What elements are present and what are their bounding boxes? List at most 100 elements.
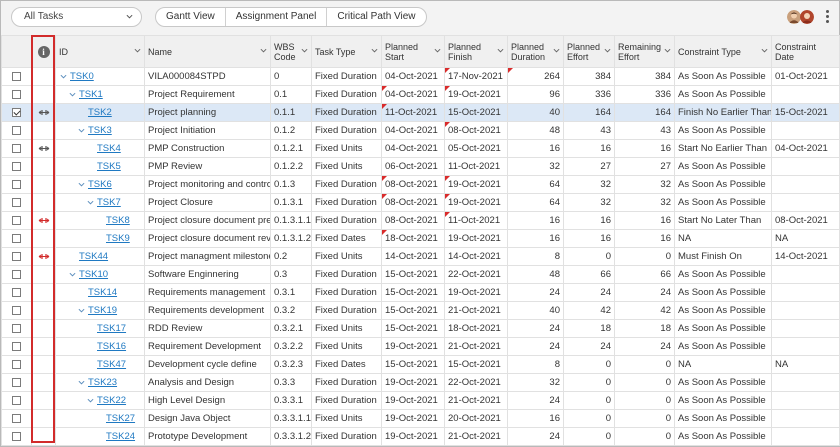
start-cell[interactable]: 19-Oct-2021 [381, 373, 445, 392]
finish-cell[interactable]: 08-Oct-2021 [444, 121, 508, 140]
table-row[interactable]: TSK10 Software Enginnering 0.3 Fixed Durati… [1, 265, 840, 284]
duration-cell[interactable]: 16 [507, 139, 564, 158]
task-type-cell[interactable]: Fixed Dates [311, 229, 382, 248]
effort-cell[interactable]: 32 [563, 193, 615, 212]
row-checkbox[interactable] [12, 396, 21, 405]
task-id-link[interactable]: TSK4 [97, 143, 121, 154]
task-id-link[interactable]: TSK16 [97, 341, 126, 352]
table-row[interactable]: TSK14 Requirements management 0.3.1 Fixed D… [1, 283, 840, 302]
duration-cell[interactable]: 24 [507, 337, 564, 356]
collapse-chevron-icon[interactable] [60, 74, 67, 79]
task-id-link[interactable]: TSK3 [88, 125, 112, 136]
finish-cell[interactable]: 17-Nov-2021 [444, 67, 508, 86]
constraint-type-cell[interactable]: As Soon As Possible [674, 85, 772, 104]
start-cell[interactable]: 04-Oct-2021 [381, 121, 445, 140]
row-checkbox[interactable] [12, 270, 21, 279]
id-cell[interactable]: TSK0 [55, 67, 145, 86]
more-options-icon[interactable] [826, 10, 829, 24]
task-type-cell[interactable]: Fixed Units [311, 157, 382, 176]
name-cell[interactable]: Software Enginnering [144, 265, 271, 284]
name-cell[interactable]: Requirements development [144, 301, 271, 320]
collapse-chevron-icon[interactable] [78, 128, 85, 133]
col-header-wbs[interactable]: WBS Code [270, 35, 312, 68]
start-cell[interactable]: 14-Oct-2021 [381, 247, 445, 266]
id-cell[interactable]: TSK2 [55, 103, 145, 122]
row-checkbox[interactable] [12, 126, 21, 135]
finish-cell[interactable]: 19-Oct-2021 [444, 283, 508, 302]
collapse-chevron-icon[interactable] [78, 308, 85, 313]
start-cell[interactable]: 15-Oct-2021 [381, 283, 445, 302]
constraint-date-cell[interactable] [771, 193, 840, 212]
task-id-link[interactable]: TSK17 [97, 323, 126, 334]
name-cell[interactable]: Project Requirement [144, 85, 271, 104]
duration-cell[interactable]: 16 [507, 229, 564, 248]
remaining-effort-cell[interactable]: 16 [614, 229, 675, 248]
finish-cell[interactable]: 19-Oct-2021 [444, 193, 508, 212]
finish-cell[interactable]: 20-Oct-2021 [444, 409, 508, 428]
row-checkbox[interactable] [12, 72, 21, 81]
constraint-date-cell[interactable] [771, 337, 840, 356]
col-header-task-type[interactable]: Task Type [311, 35, 382, 68]
chevron-down-icon[interactable] [761, 48, 768, 53]
task-id-link[interactable]: TSK14 [88, 287, 117, 298]
chevron-down-icon[interactable] [664, 48, 671, 53]
id-cell[interactable]: TSK3 [55, 121, 145, 140]
duration-cell[interactable]: 32 [507, 373, 564, 392]
chevron-down-icon[interactable] [497, 48, 504, 53]
collapse-chevron-icon[interactable] [87, 398, 94, 403]
start-cell[interactable]: 15-Oct-2021 [381, 265, 445, 284]
constraint-type-cell[interactable]: As Soon As Possible [674, 157, 772, 176]
constraint-alert-icon[interactable] [38, 253, 50, 260]
effort-cell[interactable]: 18 [563, 319, 615, 338]
chevron-down-icon[interactable] [134, 48, 141, 53]
table-row[interactable]: TSK5 PMP Review 0.1.2.2 Fixed Units 06-Oct-2… [1, 157, 840, 176]
name-cell[interactable]: VILA000084STPD [144, 67, 271, 86]
table-row[interactable]: TSK19 Requirements development 0.3.2 Fixed … [1, 301, 840, 320]
table-row[interactable]: TSK0 VILA000084STPD 0 Fixed Duration 04-Oct-… [1, 67, 840, 86]
duration-cell[interactable]: 64 [507, 193, 564, 212]
remaining-effort-cell[interactable]: 16 [614, 211, 675, 230]
finish-cell[interactable]: 18-Oct-2021 [444, 319, 508, 338]
name-cell[interactable]: Prototype Development [144, 427, 271, 446]
row-checkbox-cell[interactable] [1, 193, 32, 212]
start-cell[interactable]: 15-Oct-2021 [381, 319, 445, 338]
duration-cell[interactable]: 96 [507, 85, 564, 104]
col-header-finish[interactable]: Planned Finish [444, 35, 508, 68]
table-row[interactable]: TSK2 Project planning 0.1.1 Fixed Duration 1… [1, 103, 840, 122]
finish-cell[interactable]: 22-Oct-2021 [444, 373, 508, 392]
constraint-type-cell[interactable]: Must Finish On [674, 247, 772, 266]
id-cell[interactable]: TSK5 [55, 157, 145, 176]
task-id-link[interactable]: TSK23 [88, 377, 117, 388]
effort-cell[interactable]: 24 [563, 283, 615, 302]
constraint-date-cell[interactable]: 04-Oct-2021 [771, 139, 840, 158]
effort-cell[interactable]: 16 [563, 229, 615, 248]
remaining-effort-cell[interactable]: 384 [614, 67, 675, 86]
task-id-link[interactable]: TSK27 [106, 413, 135, 424]
task-id-link[interactable]: TSK44 [79, 251, 108, 262]
effort-cell[interactable]: 336 [563, 85, 615, 104]
row-checkbox-cell[interactable] [1, 85, 32, 104]
task-id-link[interactable]: TSK5 [97, 161, 121, 172]
constraint-type-cell[interactable]: As Soon As Possible [674, 373, 772, 392]
constraint-alert-icon[interactable] [38, 217, 50, 224]
name-cell[interactable]: Design Java Object [144, 409, 271, 428]
task-id-link[interactable]: TSK0 [70, 71, 94, 82]
row-checkbox[interactable] [12, 162, 21, 171]
chevron-down-icon[interactable] [371, 48, 378, 53]
row-checkbox-cell[interactable] [1, 67, 32, 86]
finish-cell[interactable]: 19-Oct-2021 [444, 229, 508, 248]
constraint-date-cell[interactable]: 15-Oct-2021 [771, 103, 840, 122]
row-checkbox[interactable] [12, 360, 21, 369]
row-checkbox[interactable] [12, 414, 21, 423]
finish-cell[interactable]: 21-Oct-2021 [444, 391, 508, 410]
finish-cell[interactable]: 21-Oct-2021 [444, 427, 508, 446]
table-row[interactable]: TSK47 Development cycle define 0.3.2.3 Fixe… [1, 355, 840, 374]
col-header-constraint-type[interactable]: Constraint Type [674, 35, 772, 68]
start-cell[interactable]: 15-Oct-2021 [381, 355, 445, 374]
remaining-effort-cell[interactable]: 16 [614, 139, 675, 158]
row-checkbox[interactable] [12, 108, 21, 117]
start-cell[interactable]: 04-Oct-2021 [381, 85, 445, 104]
constraint-date-cell[interactable] [771, 373, 840, 392]
constraint-date-cell[interactable] [771, 391, 840, 410]
duration-cell[interactable]: 24 [507, 319, 564, 338]
